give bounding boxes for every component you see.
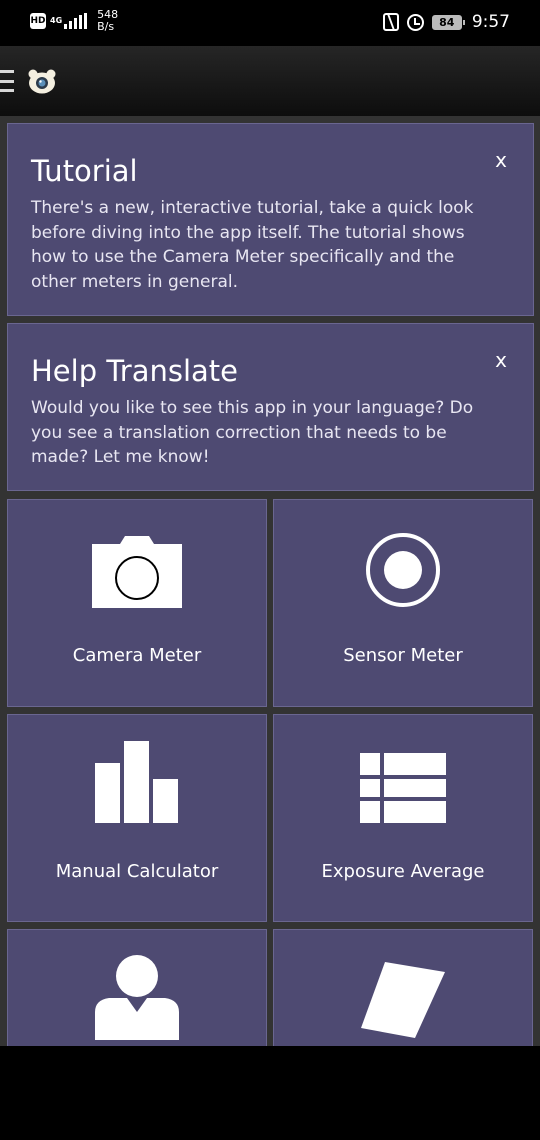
sensor-meter-label: Sensor Meter — [343, 645, 463, 666]
camera-meter-label: Camera Meter — [72, 645, 202, 666]
camera-meter-tile[interactable]: Camera Meter — [7, 499, 267, 707]
manual-calculator-tile[interactable]: Manual Calculator — [7, 714, 267, 922]
status-bar: HD 4G 548 B/s 84 9:57 — [0, 0, 540, 46]
translate-title: Help Translate — [31, 354, 239, 388]
hamburger-menu-icon[interactable] — [0, 70, 14, 92]
gray-card-tile[interactable] — [273, 929, 533, 1046]
manual-calculator-label: Manual Calculator — [55, 861, 219, 882]
tutorial-card: Tutorial There's a new, interactive tuto… — [7, 123, 534, 316]
net-speed-unit: B/s — [97, 20, 115, 33]
app-logo-icon — [28, 69, 56, 94]
exposure-average-tile[interactable]: Exposure Average — [273, 714, 533, 922]
nfc-icon — [382, 13, 399, 31]
list-grid-icon — [360, 753, 446, 823]
app-toolbar — [0, 46, 540, 116]
translate-text[interactable]: Would you like to see this app in your l… — [31, 396, 501, 470]
gray-card-icon — [361, 962, 445, 1038]
net-speed: 548 B/s — [97, 9, 118, 33]
main-content: Tutorial There's a new, interactive tuto… — [0, 116, 540, 1046]
status-right: 84 9:57 — [382, 12, 510, 32]
battery-icon: 84 — [431, 14, 465, 30]
sensor-meter-tile[interactable]: Sensor Meter — [273, 499, 533, 707]
hd-badge: HD — [30, 13, 46, 29]
tutorial-text[interactable]: There's a new, interactive tutorial, tak… — [31, 196, 501, 294]
translate-card: Help Translate Would you like to see thi… — [7, 323, 534, 491]
tutorial-close-button[interactable]: x — [491, 148, 511, 172]
exposure-average-label: Exposure Average — [321, 861, 485, 882]
portrait-tile[interactable] — [7, 929, 267, 1046]
alarm-icon — [406, 13, 424, 31]
translate-close-button[interactable]: x — [491, 348, 511, 372]
network-type: 4G — [50, 16, 63, 25]
person-icon — [95, 955, 179, 1040]
clock: 9:57 — [471, 12, 510, 32]
bar-chart-icon — [95, 741, 178, 823]
camera-icon — [92, 536, 182, 608]
record-icon — [366, 533, 440, 607]
tutorial-title: Tutorial — [31, 154, 138, 188]
signal-icon — [64, 13, 88, 29]
status-left: HD 4G 548 B/s — [30, 9, 118, 33]
